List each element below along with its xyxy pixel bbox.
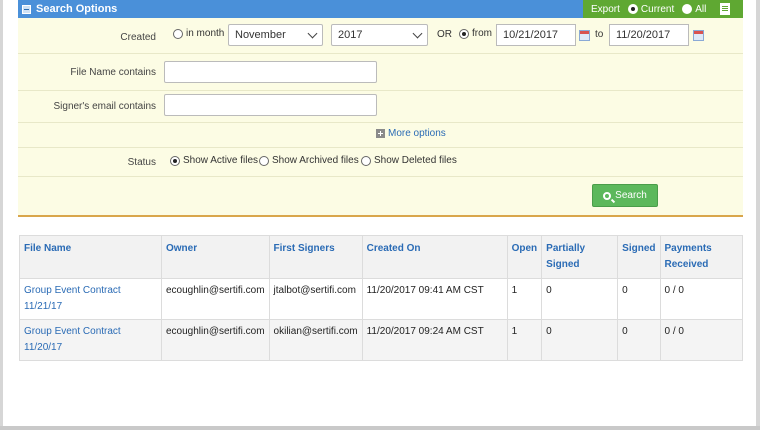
table-row: Group Event Contract 11/20/17 ecoughlin@… [19, 319, 743, 361]
status-deleted-option[interactable]: Show Deleted files [361, 155, 457, 166]
calendar-icon[interactable] [693, 30, 704, 41]
window-frame-right [756, 0, 760, 430]
to-date-value: 11/20/2017 [616, 29, 671, 41]
column-header-partially-signed[interactable]: Partially Signed [541, 235, 619, 279]
export-current-label: Current [640, 3, 675, 15]
in-month-label: in month [186, 28, 225, 39]
in-month-option[interactable]: in month [173, 28, 224, 39]
export-document-icon[interactable] [720, 3, 731, 15]
export-all-label: All [695, 3, 707, 15]
export-current-radio[interactable] [627, 4, 638, 14]
expand-plus-icon[interactable] [376, 129, 385, 138]
to-date-input[interactable]: 11/20/2017 [609, 24, 689, 46]
export-bar: Export Current All [583, 0, 743, 18]
chevron-down-icon [307, 28, 318, 39]
status-archived-option[interactable]: Show Archived files [259, 155, 359, 166]
signer-email-row: Signer's email contains [18, 91, 743, 123]
payments-cell: 0 / 0 [659, 319, 743, 361]
search-options-title: Search Options [36, 3, 118, 15]
or-label: OR [437, 29, 452, 40]
year-select-value: 2017 [338, 29, 363, 41]
payments-cell: 0 / 0 [659, 278, 743, 320]
column-header-created-on[interactable]: Created On [361, 235, 508, 279]
status-active-label: Show Active files [183, 155, 259, 166]
from-date-value: 10/21/2017 [503, 29, 559, 41]
chevron-down-icon [412, 28, 423, 39]
status-deleted-radio[interactable] [361, 155, 371, 166]
status-active-option[interactable]: Show Active files [170, 155, 258, 166]
status-deleted-label: Show Deleted files [374, 155, 457, 166]
status-archived-radio[interactable] [259, 155, 269, 166]
first-signer-cell: jtalbot@sertifi.com [268, 278, 363, 320]
column-header-owner[interactable]: Owner [161, 235, 270, 279]
owner-cell: ecoughlin@sertifi.com [161, 319, 270, 361]
month-select-value: November [235, 29, 286, 41]
search-icon [603, 191, 612, 200]
signed-cell: 0 [617, 278, 661, 320]
column-header-signed[interactable]: Signed [617, 235, 661, 279]
window-frame-left [0, 0, 3, 430]
first-signer-cell: okilian@sertifi.com [268, 319, 363, 361]
partially-signed-cell: 0 [541, 278, 619, 320]
more-options-link[interactable]: More options [376, 128, 446, 139]
open-cell: 1 [506, 319, 543, 361]
export-label: Export [591, 3, 620, 15]
from-date-input[interactable]: 10/21/2017 [496, 24, 576, 46]
calendar-icon[interactable] [579, 30, 590, 41]
from-option[interactable]: from [459, 28, 492, 39]
status-label: Status [127, 157, 156, 168]
open-cell: 1 [506, 278, 543, 320]
from-label: from [472, 28, 492, 39]
column-header-first-signers[interactable]: First Signers [268, 235, 363, 279]
created-label: Created [120, 32, 156, 43]
file-name-link[interactable]: Group Event Contract 11/21/17 [19, 278, 162, 320]
search-options-panel: Created in month November 2017 OR from 1… [18, 18, 743, 217]
year-select[interactable]: 2017 [331, 24, 428, 46]
file-name-link[interactable]: Group Event Contract 11/20/17 [19, 319, 162, 361]
results-header-row: File Name Owner First Signers Created On… [19, 235, 743, 279]
status-archived-label: Show Archived files [272, 155, 359, 166]
owner-cell: ecoughlin@sertifi.com [161, 278, 270, 320]
table-row: Group Event Contract 11/21/17 ecoughlin@… [19, 278, 743, 320]
column-header-open[interactable]: Open [506, 235, 543, 279]
window-frame-bottom [0, 426, 760, 430]
created-on-cell: 11/20/2017 09:41 AM CST [361, 278, 508, 320]
from-radio[interactable] [459, 28, 469, 39]
export-all-radio[interactable] [682, 4, 693, 14]
signer-email-label: Signer's email contains [53, 101, 156, 112]
created-row: Created in month November 2017 OR from 1… [18, 18, 743, 54]
search-button[interactable]: Search [592, 184, 658, 207]
results-table: File Name Owner First Signers Created On… [19, 235, 743, 361]
file-name-row: File Name contains [18, 54, 743, 91]
to-label: to [595, 29, 604, 40]
file-name-input[interactable] [164, 61, 377, 83]
column-header-file-name[interactable]: File Name [19, 235, 162, 279]
search-options-header[interactable]: Search Options Export Current All [18, 0, 743, 18]
more-options-label: More options [388, 128, 446, 139]
status-active-radio[interactable] [170, 155, 180, 166]
signer-email-input[interactable] [164, 94, 377, 116]
in-month-radio[interactable] [173, 28, 183, 39]
search-button-label: Search [615, 190, 647, 201]
file-name-label: File Name contains [70, 67, 156, 78]
status-row: Status Show Active files Show Archived f… [18, 148, 743, 177]
collapse-icon[interactable] [22, 4, 31, 14]
signed-cell: 0 [617, 319, 661, 361]
created-on-cell: 11/20/2017 09:24 AM CST [361, 319, 508, 361]
month-select[interactable]: November [228, 24, 323, 46]
partially-signed-cell: 0 [541, 319, 619, 361]
column-header-payments-received[interactable]: Payments Received [659, 235, 743, 279]
